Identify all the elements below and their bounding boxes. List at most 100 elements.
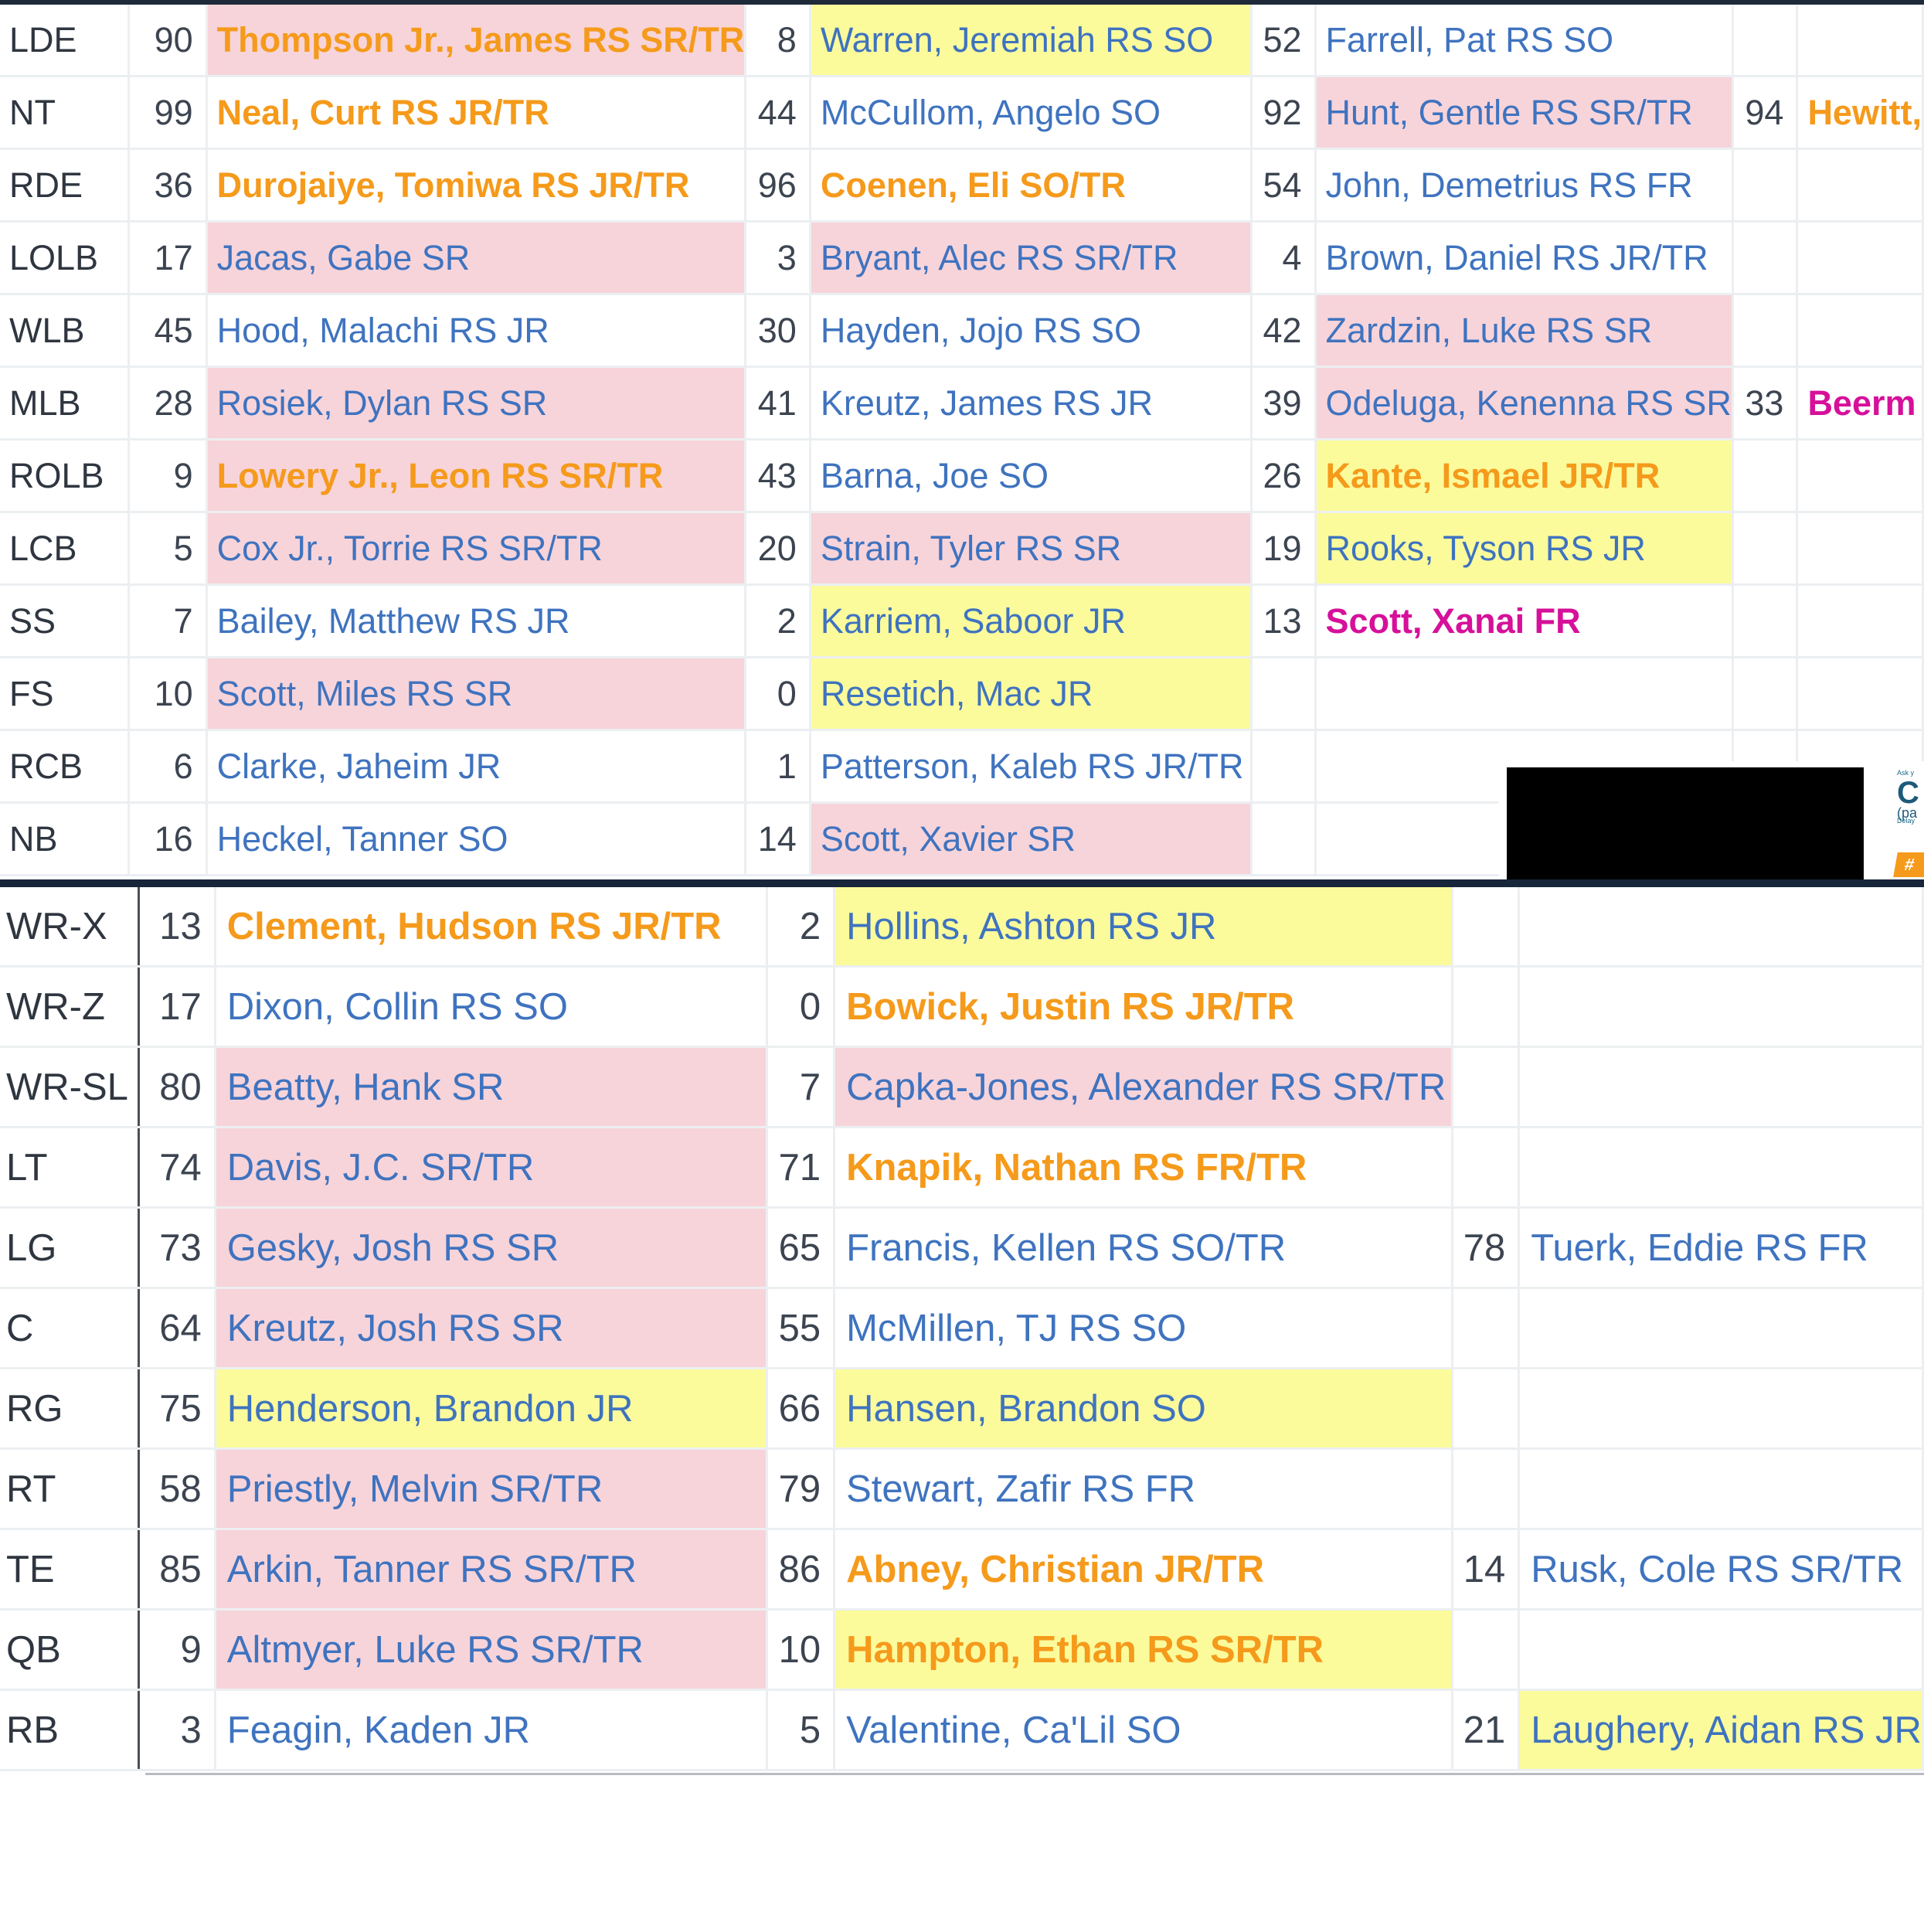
jersey-number: 52: [1251, 5, 1317, 77]
jersey-number: 8: [745, 5, 811, 77]
depth-row-rde: RDE 36 Durojaiye, Tomiwa RS JR/TR 96 Coenen,…: [0, 148, 1924, 223]
advertisement-banner[interactable]: Ask y C (pa Delay #: [1499, 761, 1924, 879]
depth-row-lg: LG 73 Gesky, Josh RS SR 65 Francis, Kellen R…: [0, 1207, 1924, 1289]
jersey-number: [1251, 657, 1317, 731]
player-name-link[interactable]: Kreutz, James RS JR: [810, 366, 1253, 440]
jersey-number: 74: [138, 1127, 216, 1209]
player-name-link[interactable]: Davis, J.C. SR/TR: [215, 1127, 769, 1209]
position-label: WLB: [0, 294, 131, 368]
position-label: QB: [0, 1609, 140, 1691]
jersey-number: 13: [1251, 584, 1317, 658]
player-name-link[interactable]: Feagin, Kaden JR: [215, 1689, 769, 1771]
player-name-link[interactable]: Thompson Jr., James RS SR/TR: [206, 5, 747, 77]
player-name-link[interactable]: Patterson, Kaleb RS JR/TR: [810, 730, 1253, 804]
jersey-number: 75: [138, 1368, 216, 1450]
player-name-link[interactable]: Clarke, Jaheim JR: [206, 730, 747, 804]
jersey-number: 86: [767, 1529, 836, 1611]
depth-row-nt: NT 99 Neal, Curt RS JR/TR 44 McCullom, Angel…: [0, 76, 1924, 150]
player-name-link[interactable]: Hunt, Gentle RS SR/TR: [1315, 76, 1734, 150]
jersey-number: 99: [128, 76, 208, 150]
player-name-link[interactable]: Capka-Jones, Alexander RS SR/TR: [834, 1046, 1454, 1128]
player-name-link[interactable]: Abney, Christian JR/TR: [834, 1529, 1454, 1611]
jersey-number: 7: [128, 584, 208, 658]
position-label: LOLB: [0, 221, 131, 295]
player-name-link[interactable]: Hampton, Ethan RS SR/TR: [834, 1609, 1454, 1691]
empty-cell: [1518, 1368, 1924, 1450]
player-name-link[interactable]: Laughery, Aidan RS JR: [1518, 1689, 1924, 1771]
player-name-link[interactable]: Zardzin, Luke RS SR: [1315, 294, 1734, 368]
jersey-number: 44: [745, 76, 811, 150]
player-name-link[interactable]: Arkin, Tanner RS SR/TR: [215, 1529, 769, 1611]
player-name-link[interactable]: Kante, Ismael JR/TR: [1315, 439, 1734, 513]
player-name-link[interactable]: McCullom, Angelo SO: [810, 76, 1253, 150]
player-name-link[interactable]: Beerm: [1797, 366, 1924, 440]
jersey-number: 58: [138, 1448, 216, 1530]
jersey-number: 5: [128, 512, 208, 586]
ad-badge: #: [1893, 852, 1924, 877]
depth-row-lde: LDE 90 Thompson Jr., James RS SR/TR 8 Warren…: [0, 5, 1924, 77]
player-name-link[interactable]: Rosiek, Dylan RS SR: [206, 366, 747, 440]
player-name-link[interactable]: Cox Jr., Torrie RS SR/TR: [206, 512, 747, 586]
player-name-link[interactable]: McMillen, TJ RS SO: [834, 1287, 1454, 1369]
jersey-number: 80: [138, 1046, 216, 1128]
player-name-link[interactable]: Henderson, Brandon JR: [215, 1368, 769, 1450]
empty-cell: [1797, 439, 1924, 513]
player-name-link[interactable]: Warren, Jeremiah RS SO: [810, 5, 1253, 77]
player-name-link[interactable]: Karriem, Saboor JR: [810, 584, 1253, 658]
player-name-link[interactable]: Odeluga, Kenenna RS SR: [1315, 366, 1734, 440]
player-name-link[interactable]: Hayden, Jojo RS SO: [810, 294, 1253, 368]
position-label: RT: [0, 1448, 140, 1530]
player-name-link[interactable]: Valentine, Ca'Lil SO: [834, 1689, 1454, 1771]
jersey-number: 10: [767, 1609, 836, 1691]
jersey-number: 17: [138, 966, 216, 1048]
player-name-link[interactable]: Rusk, Cole RS SR/TR: [1518, 1529, 1924, 1611]
jersey-number: [1452, 1287, 1521, 1369]
player-name-link[interactable]: Gesky, Josh RS SR: [215, 1207, 769, 1289]
player-name-link[interactable]: Rooks, Tyson RS JR: [1315, 512, 1734, 586]
player-name-link[interactable]: Resetich, Mac JR: [810, 657, 1253, 731]
player-name-link[interactable]: Stewart, Zafir RS FR: [834, 1448, 1454, 1530]
player-name-link[interactable]: Clement, Hudson RS JR/TR: [215, 887, 769, 968]
player-name-link[interactable]: Bryant, Alec RS SR/TR: [810, 221, 1253, 295]
player-name-link[interactable]: Francis, Kellen RS SO/TR: [834, 1207, 1454, 1289]
player-name-link[interactable]: John, Demetrius RS FR: [1315, 148, 1734, 223]
player-name-link[interactable]: Barna, Joe SO: [810, 439, 1253, 513]
player-name-link[interactable]: Scott, Miles RS SR: [206, 657, 747, 731]
player-name-link[interactable]: Scott, Xanai FR: [1315, 584, 1734, 658]
position-label: SS: [0, 584, 131, 658]
jersey-number: 13: [138, 887, 216, 968]
player-name-link[interactable]: Coenen, Eli SO/TR: [810, 148, 1253, 223]
empty-cell: [1797, 221, 1924, 295]
player-name-link[interactable]: Hewitt,: [1797, 76, 1924, 150]
player-name-link[interactable]: Hansen, Brandon SO: [834, 1368, 1454, 1450]
player-name-link[interactable]: Strain, Tyler RS SR: [810, 512, 1253, 586]
player-name-link[interactable]: Lowery Jr., Leon RS SR/TR: [206, 439, 747, 513]
jersey-number: [1251, 802, 1317, 876]
jersey-number: [1732, 221, 1799, 295]
player-name-link[interactable]: Kreutz, Josh RS SR: [215, 1287, 769, 1369]
player-name-link[interactable]: Bowick, Justin RS JR/TR: [834, 966, 1454, 1048]
player-name-link[interactable]: Tuerk, Eddie RS FR: [1518, 1207, 1924, 1289]
player-name-link[interactable]: Bailey, Matthew RS JR: [206, 584, 747, 658]
jersey-number: 90: [128, 5, 208, 77]
player-name-link[interactable]: Altmyer, Luke RS SR/TR: [215, 1609, 769, 1691]
player-name-link[interactable]: Neal, Curt RS JR/TR: [206, 76, 747, 150]
player-name-link[interactable]: Priestly, Melvin SR/TR: [215, 1448, 769, 1530]
player-name-link[interactable]: Dixon, Collin RS SO: [215, 966, 769, 1048]
player-name-link[interactable]: Jacas, Gabe SR: [206, 221, 747, 295]
player-name-link[interactable]: Farrell, Pat RS SO: [1315, 5, 1734, 77]
player-name-link[interactable]: Hood, Malachi RS JR: [206, 294, 747, 368]
jersey-number: 42: [1251, 294, 1317, 368]
jersey-number: [1452, 1046, 1521, 1128]
player-name-link[interactable]: Durojaiye, Tomiwa RS JR/TR: [206, 148, 747, 223]
player-name-link[interactable]: Heckel, Tanner SO: [206, 802, 747, 876]
player-name-link[interactable]: Beatty, Hank SR: [215, 1046, 769, 1128]
player-name-link[interactable]: Scott, Xavier SR: [810, 802, 1253, 876]
player-name-link[interactable]: Knapik, Nathan RS FR/TR: [834, 1127, 1454, 1209]
empty-cell: [1518, 1609, 1924, 1691]
table-bottom-border: [145, 1773, 1924, 1775]
player-name-link[interactable]: Hollins, Ashton RS JR: [834, 887, 1454, 968]
empty-cell: [1518, 1046, 1924, 1128]
player-name-link[interactable]: Brown, Daniel RS JR/TR: [1315, 221, 1734, 295]
jersey-number: [1452, 887, 1521, 968]
